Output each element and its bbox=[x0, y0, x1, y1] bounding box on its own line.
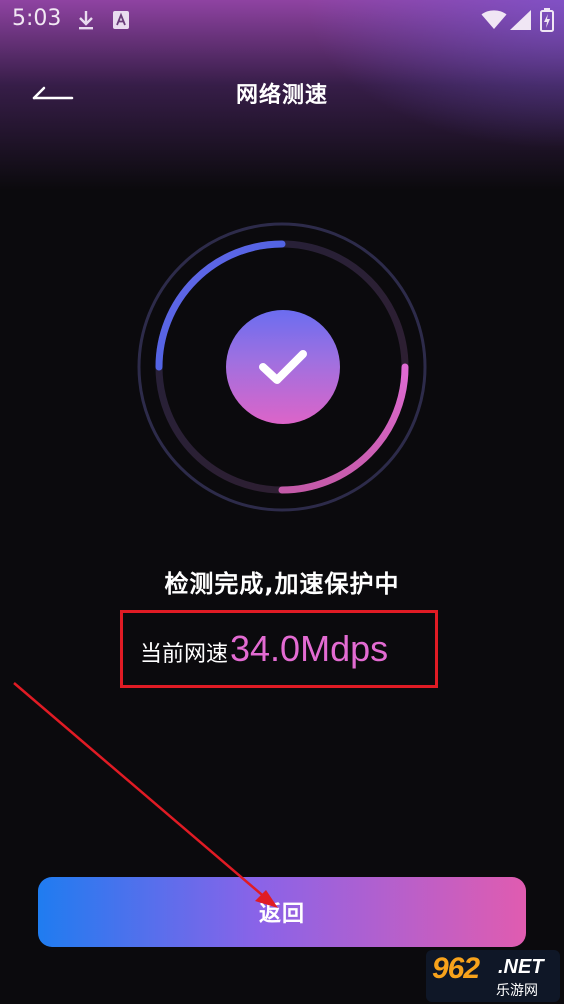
wifi-icon bbox=[481, 10, 507, 29]
download-icon bbox=[79, 11, 93, 30]
page-title: 网络测速 bbox=[235, 83, 328, 108]
watermark-net: .NET bbox=[498, 956, 544, 978]
checkmark-icon bbox=[259, 350, 307, 384]
return-label: 返回 bbox=[258, 902, 305, 927]
a-icon bbox=[113, 11, 129, 29]
success-badge bbox=[226, 310, 340, 424]
result-status: 检测完成,加速保护中 bbox=[164, 570, 400, 598]
watermark-logo: 962 .NET 乐游网 bbox=[426, 950, 560, 1002]
status-bar: 5:03 bbox=[0, 0, 564, 40]
watermark-number: 962 bbox=[432, 952, 480, 985]
battery-icon bbox=[540, 8, 554, 32]
speed-readout: 当前网速 34.0Mdps bbox=[140, 628, 388, 672]
return-button[interactable]: 返回 bbox=[38, 877, 526, 947]
watermark-sub: 乐游网 bbox=[496, 983, 538, 999]
speed-value: 34.0Mdps bbox=[230, 628, 389, 669]
speed-label: 当前网速 bbox=[140, 642, 229, 667]
status-time: 5:03 bbox=[12, 6, 62, 31]
signal-icon bbox=[510, 10, 531, 30]
